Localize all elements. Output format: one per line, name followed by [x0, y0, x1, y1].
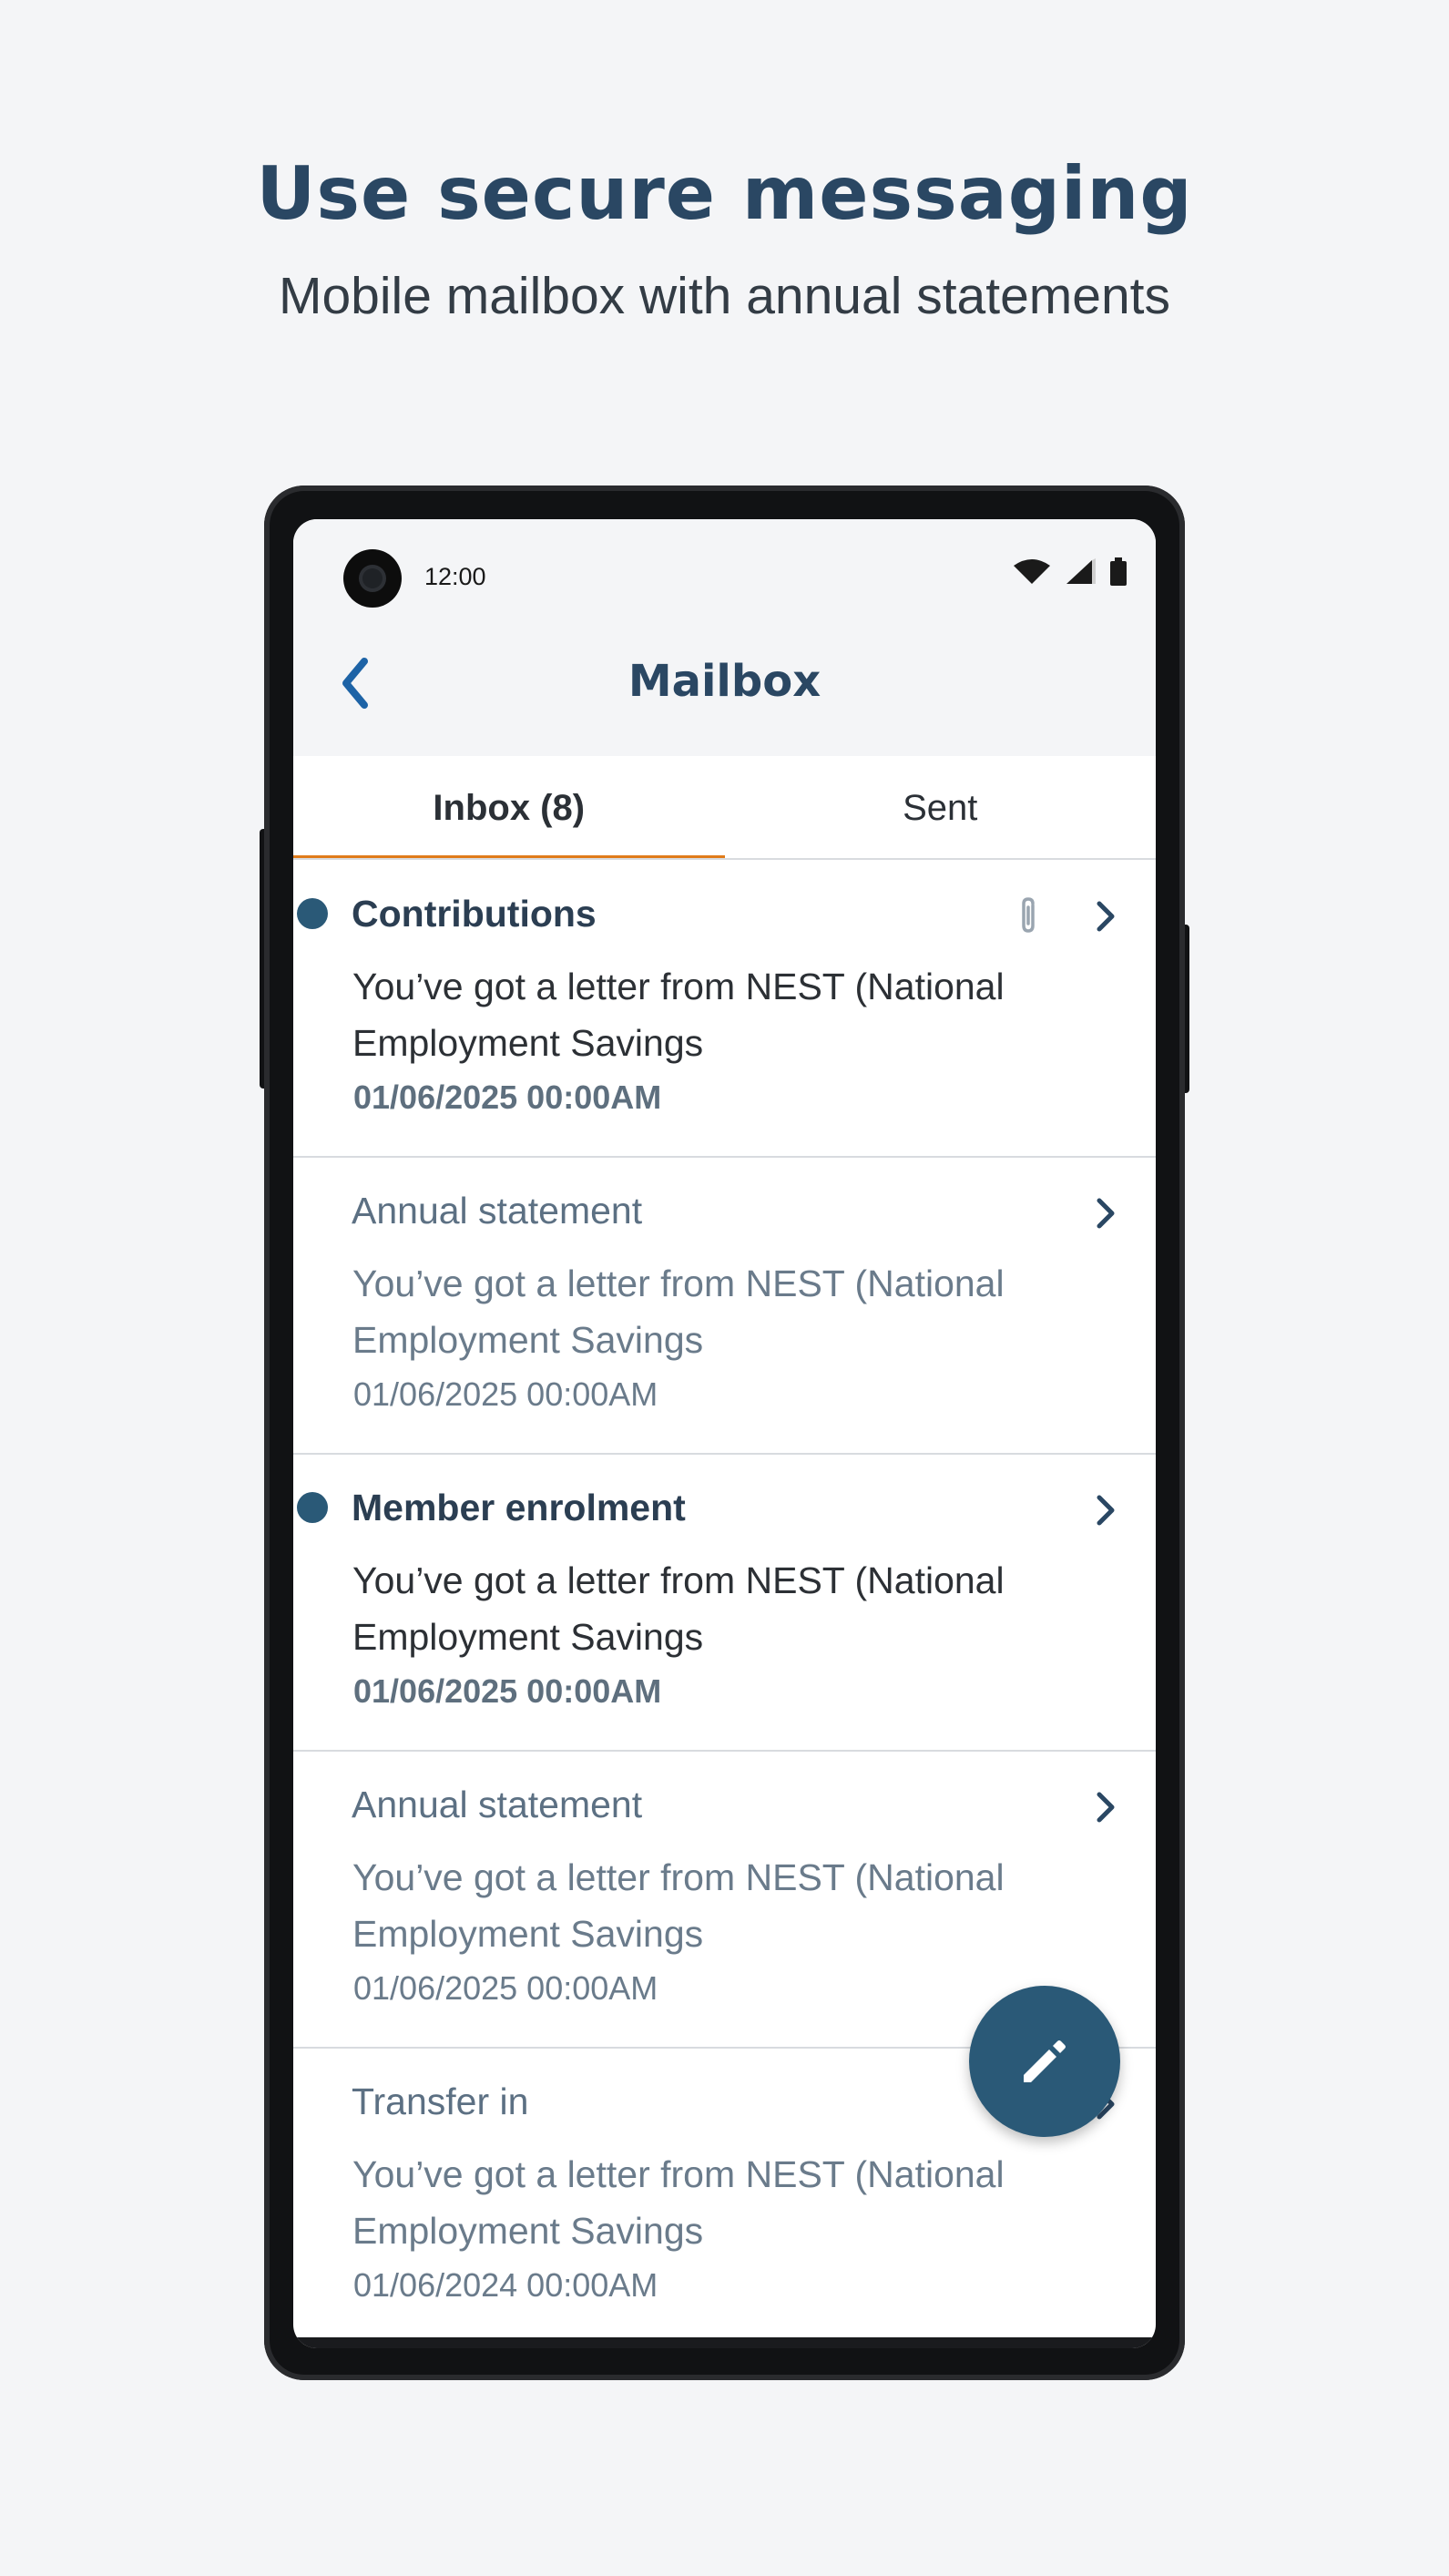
unread-indicator: [297, 898, 328, 929]
chevron-right-icon: [1097, 1792, 1115, 1823]
message-subject: Transfer in: [352, 2080, 529, 2122]
chevron-right-icon: [1097, 901, 1115, 932]
message-preview: You’ve got a letter from NEST (National …: [352, 2153, 1005, 2252]
paperclip-icon: [1022, 897, 1035, 933]
message-preview: You’ve got a letter from NEST (National …: [352, 1856, 1005, 1955]
message-row[interactable]: Member enrolment You’ve got a letter fro…: [293, 1454, 1156, 1752]
message-subject: Annual statement: [352, 1190, 643, 1232]
battery-icon: [1110, 557, 1127, 586]
chevron-right-icon: [1097, 1198, 1115, 1229]
message-date: 01/06/2025 00:00AM: [353, 1672, 662, 1710]
tab-inbox[interactable]: Inbox (8): [293, 756, 725, 860]
status-time: 12:00: [424, 563, 486, 590]
status-icons: [1012, 557, 1128, 587]
message-subject: Annual statement: [352, 1784, 643, 1825]
tab-sent-label: Sent: [903, 787, 978, 828]
message-preview: You’ve got a letter from NEST (National …: [352, 1262, 1005, 1361]
front-camera: [343, 549, 402, 608]
message-date: 01/06/2025 00:00AM: [353, 1375, 658, 1413]
compose-button[interactable]: [969, 1986, 1120, 2137]
promo-headline: Use secure messaging: [256, 151, 1193, 236]
signal-icon: [1066, 558, 1096, 584]
message-row[interactable]: Annual statement You’ve got a letter fro…: [293, 1157, 1156, 1455]
unread-indicator: [297, 1492, 328, 1523]
tab-sent[interactable]: Sent: [725, 756, 1157, 860]
screen-bottom-edge: [293, 2337, 1156, 2348]
message-row[interactable]: Contributions You’ve got a letter from N…: [293, 860, 1156, 1158]
message-date: 01/06/2024 00:00AM: [353, 2266, 658, 2304]
promo-subheadline: Mobile mailbox with annual statements: [279, 267, 1170, 325]
tab-inbox-label: Inbox (8): [433, 787, 586, 828]
chevron-right-icon: [1097, 1495, 1115, 1526]
wifi-icon: [1014, 559, 1050, 584]
phone-screen: 12:00 Mailbox Inbox (8) Sent Contributio…: [293, 519, 1156, 2348]
page-title: Mailbox: [628, 656, 821, 707]
message-subject: Contributions: [352, 893, 597, 935]
message-preview: You’ve got a letter from NEST (National …: [352, 966, 1005, 1064]
message-date: 01/06/2025 00:00AM: [353, 1969, 658, 2007]
message-preview: You’ve got a letter from NEST (National …: [352, 1559, 1005, 1658]
message-subject: Member enrolment: [352, 1487, 686, 1528]
mailbox-tabs: Inbox (8) Sent: [293, 756, 1156, 860]
message-date: 01/06/2025 00:00AM: [353, 1078, 662, 1116]
pencil-icon: [1024, 2040, 1066, 2082]
top-area: 12:00 Mailbox: [293, 519, 1156, 756]
